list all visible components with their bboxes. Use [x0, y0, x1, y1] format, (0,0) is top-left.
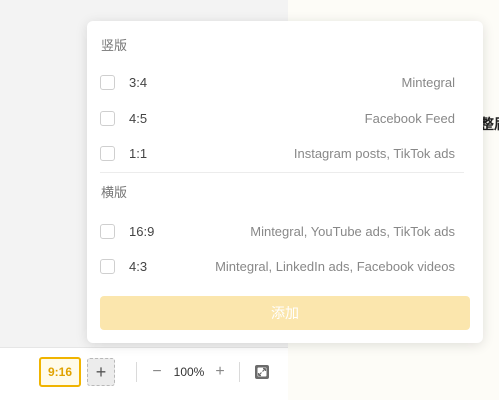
ratio-option-1-1[interactable]: 1:1 Instagram posts, TikTok ads — [87, 139, 483, 169]
add-button[interactable]: 添加 — [100, 296, 470, 330]
checkbox[interactable] — [100, 259, 115, 274]
checkbox[interactable] — [100, 75, 115, 90]
checkbox[interactable] — [100, 111, 115, 126]
ratio-label: 4:5 — [129, 111, 148, 126]
ratio-option-16-9[interactable]: 16:9 Mintegral, YouTube ads, TikTok ads — [87, 217, 483, 247]
add-ratio-button[interactable]: + — [87, 358, 115, 386]
checkbox[interactable] — [100, 224, 115, 239]
ratio-option-3-4[interactable]: 3:4 Mintegral — [87, 68, 483, 98]
ratio-description: Instagram posts, TikTok ads — [293, 146, 455, 161]
ratio-label: 1:1 — [129, 146, 148, 161]
ratio-description: Mintegral, YouTube ads, TikTok ads — [250, 224, 455, 239]
ratio-description: Mintegral — [401, 75, 455, 90]
ratio-label: 16:9 — [129, 224, 155, 239]
ratio-option-4-5[interactable]: 4:5 Facebook Feed — [87, 104, 483, 134]
zoom-out-button[interactable]: − — [149, 362, 165, 382]
toolbar-divider — [239, 362, 240, 382]
group-divider — [100, 172, 464, 173]
ratio-label: 4:3 — [129, 259, 148, 274]
ratio-description: Facebook Feed — [364, 111, 455, 126]
portrait-group-title: 竖版 — [101, 38, 128, 53]
checkbox[interactable] — [100, 146, 115, 161]
toolbar-divider — [136, 362, 137, 382]
ratio-description: Mintegral, LinkedIn ads, Facebook videos — [215, 259, 455, 274]
zoom-level: 100% — [173, 365, 205, 379]
ratio-option-4-3[interactable]: 4:3 Mintegral, LinkedIn ads, Facebook vi… — [87, 252, 483, 282]
zoom-in-button[interactable]: + — [212, 362, 228, 382]
ratio-label: 3:4 — [129, 75, 148, 90]
current-ratio-button[interactable]: 9:16 — [39, 357, 81, 387]
ratio-dropdown-panel: 竖版 3:4 Mintegral 4:5 Facebook Feed 1:1 I… — [87, 21, 483, 343]
landscape-group-title: 横版 — [101, 185, 128, 200]
fit-screen-icon[interactable] — [254, 364, 270, 380]
